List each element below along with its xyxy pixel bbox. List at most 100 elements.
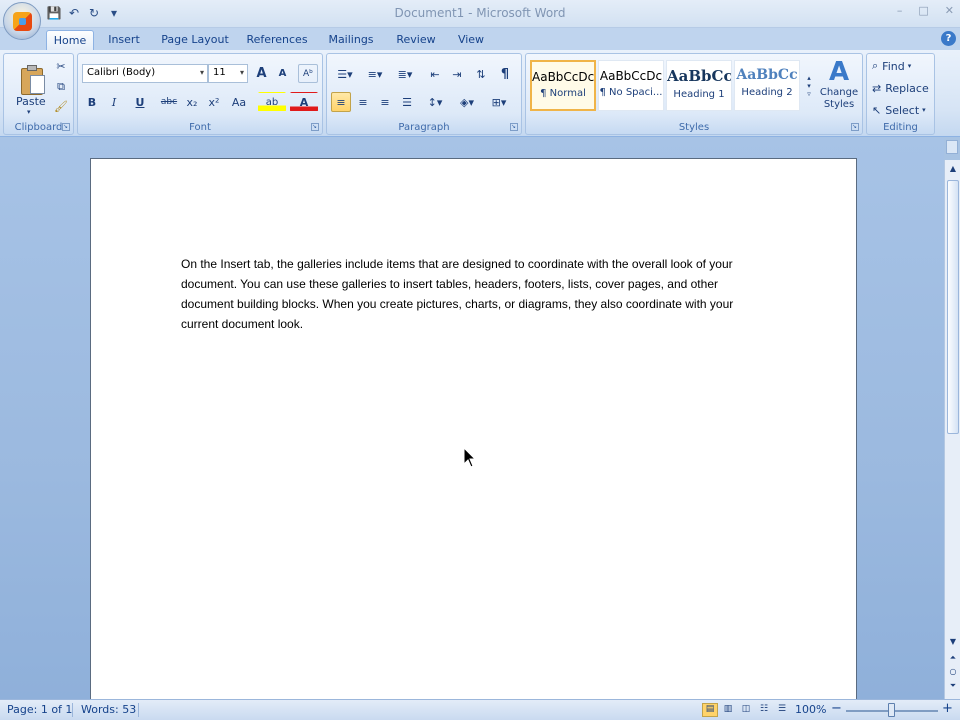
draft-view-icon[interactable]: ☰ xyxy=(774,703,790,717)
change-case-button[interactable]: Aa xyxy=(226,92,252,112)
vertical-scrollbar[interactable]: ▲ ▼ ⏶ ○ ⏷ xyxy=(944,160,960,700)
style-heading-1[interactable]: AaBbCc Heading 1 xyxy=(666,60,732,111)
show-marks-button[interactable]: ¶ xyxy=(495,64,515,84)
align-right-icon[interactable]: ≡ xyxy=(375,92,395,112)
numbering-icon[interactable]: ≡▾ xyxy=(361,64,389,84)
font-color-button[interactable]: A xyxy=(290,92,318,112)
style-name: ¶ No Spaci... xyxy=(599,87,663,98)
shrink-font-button[interactable]: A xyxy=(273,64,292,83)
shading-icon[interactable]: ◈▾ xyxy=(453,92,481,112)
change-styles-button[interactable]: A Change Styles xyxy=(818,56,860,118)
replace-button[interactable]: ⇄ Replace xyxy=(871,78,933,98)
print-layout-view-icon[interactable]: ▤ xyxy=(702,703,718,717)
tab-mailings[interactable]: Mailings xyxy=(322,30,380,50)
increase-indent-icon[interactable]: ⇥ xyxy=(447,64,467,84)
tab-home[interactable]: Home xyxy=(46,30,94,50)
borders-icon[interactable]: ⊞▾ xyxy=(485,92,513,112)
bullets-icon[interactable]: ☰▾ xyxy=(331,64,359,84)
change-styles-icon: A xyxy=(828,57,850,87)
bold-button[interactable]: B xyxy=(82,92,102,112)
editing-group-label: Editing xyxy=(883,122,918,133)
office-logo-icon xyxy=(13,12,32,31)
help-icon[interactable]: ? xyxy=(941,31,956,46)
clipboard-group: Paste ▾ ✂ ⧉ 🖌 Clipboard ↘ xyxy=(3,53,74,135)
maximize-button[interactable]: □ xyxy=(918,4,928,17)
tab-review[interactable]: Review xyxy=(392,30,440,50)
superscript-button[interactable]: x² xyxy=(204,92,224,112)
minimize-button[interactable]: – xyxy=(897,4,903,17)
select-cursor-icon: ↖ xyxy=(872,103,882,117)
copy-icon[interactable]: ⧉ xyxy=(52,78,70,95)
tab-page-layout[interactable]: Page Layout xyxy=(158,30,232,50)
word-count[interactable]: Words: 53 xyxy=(81,703,136,716)
zoom-slider-thumb[interactable] xyxy=(888,703,895,717)
outline-view-icon[interactable]: ☷ xyxy=(756,703,772,717)
style-sample: AaBbCc xyxy=(736,67,798,83)
style-sample: AaBbCcDc xyxy=(599,69,663,83)
strikethrough-button[interactable]: abc xyxy=(158,92,180,112)
tab-references[interactable]: References xyxy=(244,30,310,50)
ribbon: Paste ▾ ✂ ⧉ 🖌 Clipboard ↘ Calibri (Body)… xyxy=(0,50,960,137)
select-button[interactable]: ↖ Select ▾ xyxy=(871,100,933,120)
line-spacing-icon[interactable]: ↕▾ xyxy=(421,92,449,112)
select-label: Select xyxy=(885,103,920,117)
sort-icon[interactable]: ⇅ xyxy=(471,64,491,84)
multilevel-list-icon[interactable]: ≣▾ xyxy=(391,64,419,84)
paste-button[interactable]: Paste ▾ xyxy=(6,56,50,118)
full-screen-reading-icon[interactable]: ▥ xyxy=(720,703,736,717)
format-painter-icon[interactable]: 🖌 xyxy=(52,98,70,115)
page-count[interactable]: Page: 1 of 1 xyxy=(7,703,72,716)
ribbon-tabs: Home Insert Page Layout References Maili… xyxy=(0,28,960,50)
style-normal[interactable]: AaBbCcDc ¶ Normal xyxy=(530,60,596,111)
font-name-combo[interactable]: Calibri (Body) ▾ xyxy=(82,64,208,83)
tab-view[interactable]: View xyxy=(450,30,492,50)
office-button[interactable] xyxy=(3,2,41,40)
styles-dialog-launcher[interactable]: ↘ xyxy=(851,123,859,131)
view-ruler-button[interactable] xyxy=(946,140,958,154)
scroll-down-icon[interactable]: ▼ xyxy=(947,636,959,648)
document-page[interactable]: On the Insert tab, the galleries include… xyxy=(90,158,857,718)
underline-button[interactable]: U xyxy=(126,92,154,112)
justify-icon[interactable]: ☰ xyxy=(397,92,417,112)
scroll-thumb[interactable] xyxy=(947,180,959,434)
styles-gallery-scroll[interactable]: ▴ ▾ ▿ xyxy=(803,60,815,111)
replace-icon: ⇄ xyxy=(872,81,882,95)
align-center-icon[interactable]: ≡ xyxy=(353,92,373,112)
browse-object-icon[interactable]: ○ xyxy=(947,666,959,678)
font-group-label: Font xyxy=(189,122,211,133)
replace-label: Replace xyxy=(885,81,929,95)
close-button[interactable]: ✕ xyxy=(945,4,954,17)
previous-page-icon[interactable]: ⏶ xyxy=(947,652,959,664)
style-sample: AaBbCcDc xyxy=(532,70,594,84)
style-no-spacing[interactable]: AaBbCcDc ¶ No Spaci... xyxy=(598,60,664,111)
italic-button[interactable]: I xyxy=(104,92,124,112)
style-name: Heading 2 xyxy=(741,87,793,98)
clear-formatting-button[interactable]: Aᵇ xyxy=(298,64,318,83)
align-left-icon[interactable]: ≡ xyxy=(331,92,351,112)
change-styles-label-2: Styles xyxy=(823,99,855,110)
zoom-level[interactable]: 100% xyxy=(795,703,826,716)
font-dialog-launcher[interactable]: ↘ xyxy=(311,123,319,131)
styles-group: AaBbCcDc ¶ Normal AaBbCcDc ¶ No Spaci...… xyxy=(525,53,863,135)
find-button[interactable]: ⌕ Find ▾ xyxy=(871,56,933,76)
window-title: Document1 - Microsoft Word xyxy=(394,6,566,20)
style-heading-2[interactable]: AaBbCc Heading 2 xyxy=(734,60,800,111)
document-body-paragraph[interactable]: On the Insert tab, the galleries include… xyxy=(181,254,747,334)
font-size-combo[interactable]: 11 ▾ xyxy=(208,64,248,83)
grow-font-button[interactable]: A xyxy=(252,64,271,83)
scroll-up-icon[interactable]: ▲ xyxy=(947,163,959,175)
change-styles-label-1: Change xyxy=(819,87,859,98)
cut-icon[interactable]: ✂ xyxy=(52,58,70,75)
tab-insert[interactable]: Insert xyxy=(100,30,148,50)
subscript-button[interactable]: x₂ xyxy=(182,92,202,112)
paste-icon xyxy=(21,65,47,95)
web-layout-icon[interactable]: ◫ xyxy=(738,703,754,717)
paragraph-dialog-launcher[interactable]: ↘ xyxy=(510,123,518,131)
zoom-out-button[interactable]: − xyxy=(831,701,842,716)
next-page-icon[interactable]: ⏷ xyxy=(947,680,959,692)
font-name-value: Calibri (Body) xyxy=(87,67,156,78)
highlight-button[interactable]: ab xyxy=(258,92,286,112)
zoom-in-button[interactable]: + xyxy=(942,701,953,716)
decrease-indent-icon[interactable]: ⇤ xyxy=(425,64,445,84)
clipboard-dialog-launcher[interactable]: ↘ xyxy=(62,123,70,131)
